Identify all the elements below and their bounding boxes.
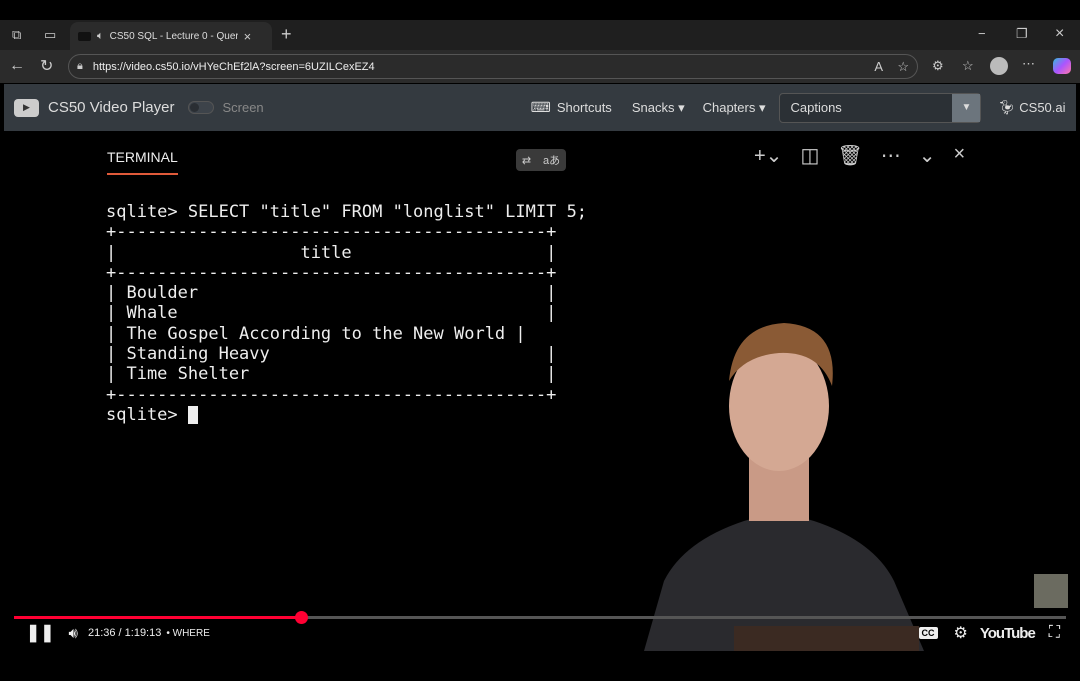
cursor <box>187 405 198 424</box>
split-icon: ◫ <box>800 145 820 167</box>
favorite-icon[interactable]: ☆ <box>897 59 909 75</box>
terminal-toolbar: ⇄ aあ <box>516 149 566 171</box>
browser-tab-bar: ⧉ ▭ 🔈︎ CS50 SQL - Lecture 0 - Querying ×… <box>0 20 1080 50</box>
time-display: 21:36 / 1:19:13 <box>87 627 162 639</box>
snacks-label: Snacks <box>631 99 675 115</box>
terminal-actions: +⌄ ◫ 🗑︎ ⋯ ⌄ × <box>754 143 965 168</box>
url-text: https://video.cs50.io/vHYeChEf2lA?screen… <box>92 60 375 73</box>
terminal-prompt-line: sqlite> <box>106 405 587 425</box>
terminal-line: +---------------------------------------… <box>106 262 557 283</box>
terminal-line: +---------------------------------------… <box>106 222 557 243</box>
terminal-prompt: sqlite> <box>106 404 188 425</box>
chapters-label: Chapters <box>702 99 756 115</box>
player-logo-icon: ▶ <box>14 98 39 117</box>
tab-actions-icon[interactable]: ▭ <box>44 27 56 43</box>
lock-icon: 🔒︎ <box>77 60 83 72</box>
browser-tab[interactable]: 🔈︎ CS50 SQL - Lecture 0 - Querying × <box>70 22 272 50</box>
terminal-line: sqlite> SELECT "title" FROM "longlist" L… <box>106 202 588 222</box>
close-tab-icon[interactable]: × <box>244 29 252 44</box>
fullscreen-icon[interactable]: ⛶ <box>1049 624 1060 642</box>
close-icon: × <box>953 143 966 165</box>
refresh-icon[interactable]: ↻ <box>40 56 53 76</box>
volume-icon[interactable]: 🔊︎ <box>69 625 78 642</box>
captions-value: Captions <box>790 100 842 115</box>
chevron-icon: ⌄ <box>918 145 936 167</box>
terminal-tab: TERMINAL <box>107 149 178 175</box>
minimize-icon[interactable]: − <box>978 26 986 41</box>
close-window-icon[interactable]: × <box>1055 25 1064 43</box>
new-tab-icon[interactable]: + <box>281 24 292 45</box>
cs50-ai-link[interactable]: CS50.ai <box>1019 100 1065 115</box>
presenter-image <box>644 323 924 651</box>
tab-title: CS50 SQL - Lecture 0 - Querying <box>109 30 238 42</box>
more-icon: ⋯ <box>880 145 901 167</box>
workspaces-icon[interactable]: ⧉ <box>12 27 21 43</box>
player-title: CS50 Video Player <box>48 99 175 116</box>
address-bar-row: ← ↻ 🔒︎ https://video.cs50.io/vHYeChEf2lA… <box>0 50 1080 83</box>
terminal-line: | Boulder | <box>106 283 557 304</box>
chevron-down-icon: ▼ <box>952 93 981 122</box>
snacks-dropdown[interactable]: Snacks ▾ <box>632 100 685 116</box>
shortcuts-button[interactable]: Shortcuts <box>557 100 612 115</box>
add-icon: +⌄ <box>754 145 783 167</box>
player-header: ▶ CS50 Video Player Screen ⌨ Shortcuts S… <box>4 84 1076 131</box>
chapter-title[interactable]: • WHERE <box>166 628 210 639</box>
duck-icon: 🦆︎ <box>997 99 1016 115</box>
speaker-icon[interactable]: 🔈︎ <box>97 30 104 43</box>
terminal-output: sqlite> SELECT "title" FROM "longlist" L… <box>106 202 587 425</box>
captions-select[interactable]: Captions ▼ <box>779 92 982 123</box>
profile-avatar[interactable] <box>990 57 1008 75</box>
address-bar[interactable]: 🔒︎ https://video.cs50.io/vHYeChEf2lA?scr… <box>68 54 918 79</box>
screen-toggle[interactable] <box>188 101 215 114</box>
settings-icon[interactable]: ⚙ <box>954 623 968 643</box>
trash-icon: 🗑︎ <box>837 145 863 167</box>
youtube-icon <box>78 31 91 41</box>
terminal-line: | Whale | <box>106 303 557 324</box>
captions-icon[interactable]: CC <box>918 627 938 639</box>
restore-icon[interactable]: ❐ <box>1016 26 1028 42</box>
video-controls: ❚❚ 🔊︎ 21:36 / 1:19:13 • WHERE CC ⚙ YouTu… <box>4 615 1076 651</box>
more-icon[interactable]: ⋯ <box>1022 56 1035 72</box>
terminal-line: | Standing Heavy | <box>106 344 557 365</box>
extensions-icon[interactable]: ⚙ <box>932 58 944 74</box>
favorites-icon[interactable]: ☆ <box>962 58 974 74</box>
youtube-logo[interactable]: YouTube <box>980 625 1036 642</box>
keyboard-icon: ⌨ <box>530 99 551 115</box>
back-icon[interactable]: ← <box>9 57 25 75</box>
video-frame[interactable]: TERMINAL ⇄ aあ +⌄ ◫ 🗑︎ ⋯ ⌄ × sqlite> SELECT "t… <box>4 131 1076 651</box>
chapters-dropdown[interactable]: Chapters ▾ <box>703 100 766 116</box>
terminal-line: | The Gospel According to the New World … <box>106 323 526 344</box>
copilot-icon[interactable] <box>1053 58 1071 74</box>
channel-thumbnail[interactable] <box>1034 574 1068 608</box>
terminal-line: | Time Shelter | <box>106 364 557 385</box>
read-aloud-icon[interactable]: A <box>874 59 883 74</box>
pause-icon[interactable]: ❚❚ <box>26 623 55 643</box>
terminal-line: | title | <box>106 242 557 263</box>
screen-label: Screen <box>222 100 264 115</box>
terminal-line: +---------------------------------------… <box>106 384 557 405</box>
